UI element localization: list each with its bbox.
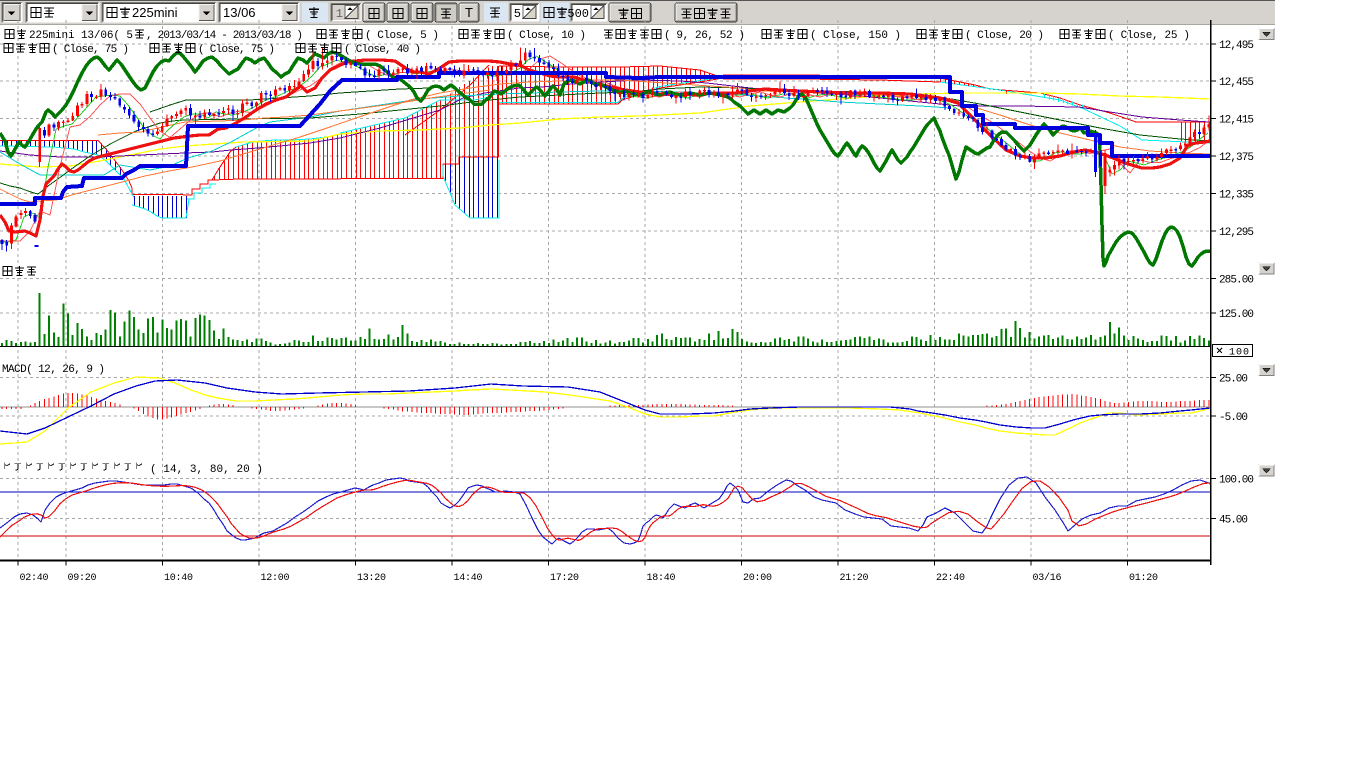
svg-text:( Close, 75 ): ( Close, 75 ): [198, 44, 275, 56]
svg-text:18:40: 18:40: [647, 573, 676, 584]
svg-text:20:00: 20:00: [743, 573, 772, 584]
svg-text:12,375: 12,375: [1219, 152, 1254, 164]
svg-text:12:00: 12:00: [261, 573, 290, 584]
svg-text:MACD( 12, 26, 9 ): MACD( 12, 26, 9 ): [2, 364, 105, 376]
svg-text:03/16: 03/16: [1033, 572, 1062, 584]
svg-text:1: 1: [336, 7, 343, 21]
svg-text:( Close, 25 ): ( Close, 25 ): [1108, 30, 1190, 42]
svg-text:( Close, 10 ): ( Close, 10 ): [507, 30, 586, 42]
svg-text:( 14, 3, 80, 20 ): ( 14, 3, 80, 20 ): [150, 464, 263, 476]
svg-text:14:40: 14:40: [454, 573, 483, 584]
svg-text:21:20: 21:20: [840, 573, 869, 584]
svg-text:17:20: 17:20: [550, 573, 579, 584]
svg-text:500: 500: [567, 7, 589, 21]
svg-text:22:40: 22:40: [936, 573, 965, 584]
svg-text:-5.00: -5.00: [1219, 412, 1248, 424]
svg-text:( Close, 75 ): ( Close, 75 ): [52, 44, 129, 56]
svg-text:12,415: 12,415: [1219, 115, 1254, 127]
svg-text:T: T: [465, 5, 473, 20]
svg-text:( Close, 150 ): ( Close, 150 ): [810, 30, 901, 42]
svg-text:125.00: 125.00: [1219, 309, 1254, 321]
svg-text:25.00: 25.00: [1219, 374, 1248, 386]
svg-text:, 2013/03/14 - 2013/03/18 ): , 2013/03/14 - 2013/03/18 ): [146, 30, 303, 42]
svg-text:285.00: 285.00: [1219, 275, 1254, 287]
svg-text:09:20: 09:20: [68, 573, 97, 584]
svg-text:13:20: 13:20: [357, 573, 386, 584]
svg-text:10:40: 10:40: [164, 573, 193, 584]
svg-text:100.00: 100.00: [1219, 475, 1254, 487]
svg-text:12,455: 12,455: [1219, 77, 1254, 89]
svg-text:100: 100: [1229, 348, 1249, 359]
svg-text:12,335: 12,335: [1219, 190, 1254, 202]
svg-text:( Close, 40 ): ( Close, 40 ): [344, 44, 421, 56]
svg-text:45.00: 45.00: [1219, 515, 1248, 527]
svg-text:12,295: 12,295: [1219, 227, 1254, 239]
svg-text:5: 5: [514, 7, 521, 21]
svg-text:225mini: 225mini: [132, 5, 178, 20]
svg-text:12,495: 12,495: [1219, 40, 1254, 52]
svg-text:( Close, 5 ): ( Close, 5 ): [365, 30, 439, 42]
svg-text:13/06: 13/06: [223, 5, 256, 20]
svg-text:( Close, 20 ): ( Close, 20 ): [965, 30, 1044, 42]
svg-text:02:40: 02:40: [20, 573, 49, 584]
svg-text:01:20: 01:20: [1129, 573, 1158, 584]
svg-text:225mini 13/06( 5: 225mini 13/06( 5: [29, 30, 133, 42]
svg-text:( 9, 26, 52 ): ( 9, 26, 52 ): [664, 30, 745, 42]
